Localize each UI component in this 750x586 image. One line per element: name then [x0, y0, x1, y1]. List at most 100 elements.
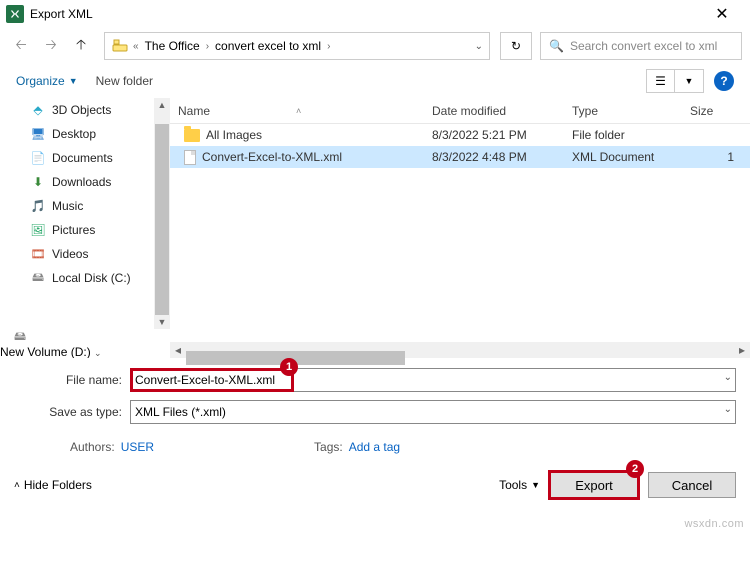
sidebar-item-3dobjects[interactable]: ⬘ 3D Objects: [0, 98, 169, 122]
savetype-select[interactable]: XML Files (*.xml): [130, 400, 736, 424]
breadcrumb-a[interactable]: The Office: [143, 39, 202, 53]
filename-label: File name:: [14, 373, 122, 387]
file-name: All Images: [206, 128, 262, 142]
scroll-down-icon[interactable]: ▼: [158, 317, 167, 327]
file-date: 8/3/2022 5:21 PM: [424, 128, 564, 142]
address-dropdown-icon[interactable]: ⌄: [475, 41, 483, 52]
folder-icon: [184, 129, 200, 142]
tools-menu[interactable]: Tools ▼: [499, 478, 540, 492]
callout-badge-1: 1: [280, 358, 298, 376]
file-size: 1: [682, 150, 742, 164]
sidebar-item-videos[interactable]: 🎞Videos: [0, 242, 169, 266]
col-date[interactable]: Date modified: [424, 104, 564, 118]
button-row: ˄ Hide Folders Tools ▼ 2 Export Cancel: [0, 464, 750, 508]
chevron-down-icon: ▼: [531, 480, 540, 490]
file-icon: [184, 150, 196, 165]
sidebar-label: Documents: [52, 151, 113, 165]
excel-icon: [6, 5, 24, 23]
back-button[interactable]: 🡠: [8, 33, 34, 59]
chevron-right-icon: ›: [327, 41, 330, 52]
chevron-right-icon: ›: [206, 41, 209, 52]
chevron-down-icon[interactable]: ⌄: [94, 348, 102, 358]
export-label: Export: [575, 478, 613, 493]
organize-label: Organize: [16, 74, 65, 88]
tags-label: Tags:: [314, 440, 343, 454]
scroll-right-icon[interactable]: ▸: [734, 343, 750, 357]
sort-icon: ˄: [296, 106, 301, 116]
picture-icon: 🖼: [30, 222, 46, 238]
scroll-up-icon[interactable]: ▲: [158, 100, 167, 110]
up-button[interactable]: 🡡: [68, 33, 94, 59]
drive-icon: [111, 37, 129, 55]
titlebar: Export XML ✕: [0, 0, 750, 28]
chevron-down-icon[interactable]: ⌄: [724, 404, 732, 415]
horizontal-scrollbar[interactable]: ◂ ▸: [170, 342, 750, 358]
tags-value[interactable]: Add a tag: [349, 440, 400, 454]
file-name: Convert-Excel-to-XML.xml: [202, 150, 342, 164]
sidebar-scrollbar[interactable]: ▲ ▼: [154, 98, 170, 329]
sidebar-item-desktop[interactable]: 🖥 Desktop: [0, 122, 169, 146]
tools-label: Tools: [499, 478, 527, 492]
main-area: ⬘ 3D Objects 🖥 Desktop 📄Documents ⬇Downloa…: [0, 98, 750, 358]
view-list-icon[interactable]: ☰: [647, 70, 675, 92]
watermark: wsxdn.com: [684, 518, 744, 530]
download-icon: ⬇: [30, 174, 46, 190]
search-icon: 🔍: [549, 39, 564, 53]
col-name[interactable]: Name: [178, 104, 210, 118]
sidebar-item-pictures[interactable]: 🖼 Pictures: [0, 218, 169, 242]
savetype-value: XML Files (*.xml): [135, 405, 226, 419]
chevron-icon: «: [133, 41, 139, 52]
scroll-left-icon[interactable]: ◂: [170, 343, 186, 357]
authors-value[interactable]: USER: [121, 440, 154, 454]
sidebar-label: Desktop: [52, 127, 96, 141]
sidebar: ⬘ 3D Objects 🖥 Desktop 📄Documents ⬇Downloa…: [0, 98, 170, 290]
sidebar-item-localdisk[interactable]: 🖴 Local Disk (C:): [0, 266, 169, 290]
sidebar-item-documents[interactable]: 📄Documents: [0, 146, 169, 170]
sidebar-label: 3D Objects: [52, 103, 111, 117]
scroll-thumb[interactable]: [155, 124, 169, 315]
view-buttons[interactable]: ☰ ▼: [646, 69, 704, 93]
sidebar-label: New Volume (D:): [0, 345, 91, 358]
sidebar-label: Pictures: [52, 223, 95, 237]
filename-input[interactable]: [130, 368, 736, 392]
disk-icon: 🖴: [30, 270, 46, 286]
export-button[interactable]: Export: [550, 472, 638, 498]
hide-folders-label: Hide Folders: [24, 478, 92, 492]
close-button[interactable]: ✕: [700, 0, 744, 28]
window-title: Export XML: [30, 7, 700, 21]
forward-button: 🡢: [38, 33, 64, 59]
col-type[interactable]: Type: [564, 104, 682, 118]
help-button[interactable]: ?: [714, 71, 734, 91]
refresh-button[interactable]: ↻: [500, 32, 532, 60]
new-folder-button[interactable]: New folder: [96, 74, 153, 88]
toolbar: Organize ▼ New folder ☰ ▼ ?: [0, 64, 750, 98]
file-row-folder[interactable]: All Images 8/3/2022 5:21 PM File folder: [170, 124, 750, 146]
column-headers[interactable]: Name ˄ Date modified Type Size: [170, 98, 750, 124]
chevron-down-icon: ▼: [69, 76, 78, 86]
chevron-up-icon: ˄: [14, 480, 20, 491]
view-dropdown-icon[interactable]: ▼: [675, 70, 703, 92]
file-row-selected[interactable]: Convert-Excel-to-XML.xml 8/3/2022 4:48 P…: [170, 146, 750, 168]
sidebar-label: Local Disk (C:): [52, 271, 131, 285]
cancel-button[interactable]: Cancel: [648, 472, 736, 498]
cube-icon: ⬘: [30, 102, 46, 118]
sidebar-item-music[interactable]: 🎵 Music: [0, 194, 169, 218]
music-icon: 🎵: [30, 198, 46, 214]
sidebar-item-downloads[interactable]: ⬇Downloads: [0, 170, 169, 194]
chevron-down-icon[interactable]: ⌄: [724, 372, 732, 383]
address-bar[interactable]: « The Office › convert excel to xml › ⌄: [104, 32, 490, 60]
file-list: Name ˄ Date modified Type Size All Images…: [170, 98, 750, 358]
breadcrumb-b[interactable]: convert excel to xml: [213, 39, 323, 53]
search-input[interactable]: 🔍 Search convert excel to xml: [540, 32, 742, 60]
nav-row: 🡠 🡢 🡡 « The Office › convert excel to xm…: [0, 28, 750, 64]
cancel-label: Cancel: [672, 478, 712, 493]
sidebar-label: Music: [52, 199, 83, 213]
hide-folders-toggle[interactable]: ˄ Hide Folders: [14, 478, 92, 492]
file-date: 8/3/2022 4:48 PM: [424, 150, 564, 164]
file-type: XML Document: [564, 150, 682, 164]
disk-icon: 🖴: [0, 329, 20, 345]
col-size[interactable]: Size: [682, 104, 742, 118]
desktop-icon: 🖥: [30, 126, 46, 142]
sidebar-item-newvolume[interactable]: 🖴 New Volume (D:) ⌄: [0, 329, 170, 358]
organize-menu[interactable]: Organize ▼: [16, 74, 78, 88]
